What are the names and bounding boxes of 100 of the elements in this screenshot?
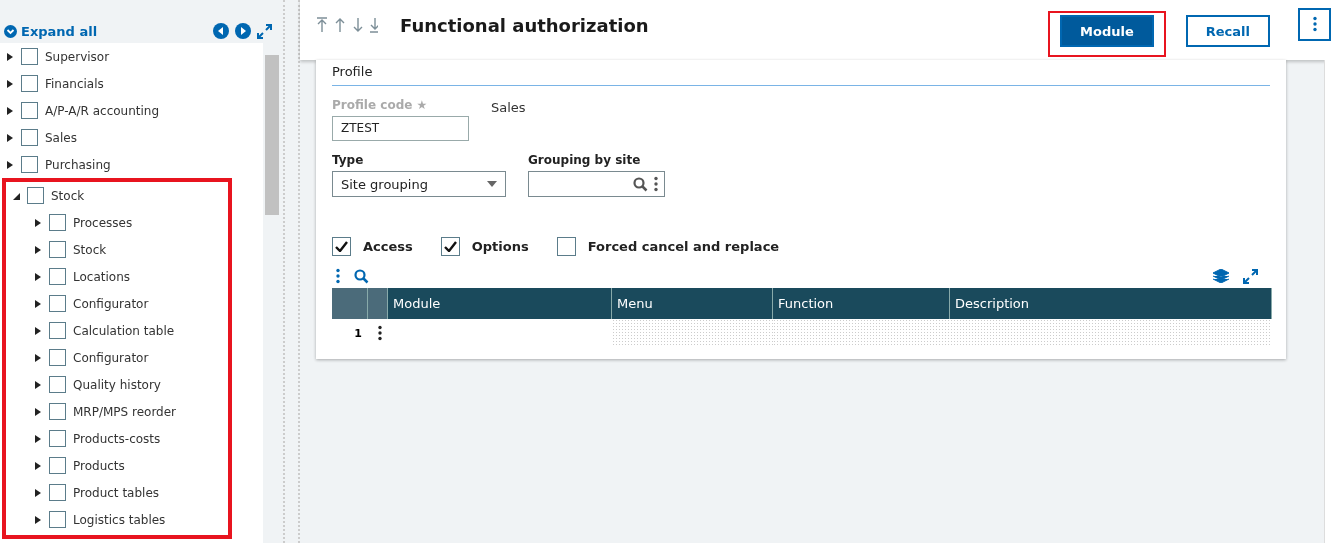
checkbox[interactable] [21, 129, 38, 146]
scrollbar-thumb[interactable] [264, 55, 279, 215]
caret-right-icon[interactable] [34, 244, 42, 255]
tree-item-label[interactable]: A/P-A/R accounting [45, 103, 160, 118]
checkbox[interactable] [49, 430, 66, 447]
checkbox[interactable] [21, 102, 38, 119]
checkbox[interactable] [49, 457, 66, 474]
checkbox-label: Options [471, 239, 529, 254]
tree-item-label[interactable]: Stock [51, 188, 85, 203]
tree-item-label[interactable]: Products [73, 458, 125, 473]
checkbox[interactable] [49, 376, 66, 393]
header-cell [368, 288, 388, 319]
tree-item-label[interactable]: Financials [45, 76, 104, 91]
caret-right-icon[interactable] [6, 78, 14, 89]
column-header[interactable]: Menu [612, 288, 773, 319]
expand-icon[interactable] [257, 24, 272, 39]
field-label: Type [332, 153, 365, 167]
caret-right-icon[interactable] [34, 433, 42, 444]
checkbox[interactable] [49, 268, 66, 285]
caret-right-icon[interactable] [34, 298, 42, 309]
next-icon[interactable] [235, 23, 251, 39]
checkbox[interactable] [440, 237, 460, 256]
checkbox[interactable] [49, 322, 66, 339]
checkbox[interactable] [49, 214, 66, 231]
caret-right-icon[interactable] [34, 460, 42, 471]
field-label: Profile code ★ [332, 98, 429, 112]
tree-item-label[interactable]: Supervisor [45, 49, 110, 64]
tree-item-label[interactable]: Calculation table [73, 323, 175, 338]
more-icon[interactable] [654, 176, 658, 192]
checkbox[interactable] [49, 484, 66, 501]
caret-right-icon[interactable] [34, 352, 42, 363]
caret-right-icon[interactable] [34, 217, 42, 228]
search-icon[interactable] [354, 268, 369, 284]
tree-item-label[interactable]: MRP/MPS reorder [73, 404, 177, 419]
checkbox-label: Access [363, 239, 413, 254]
expand-all-button[interactable]: Expand all [4, 24, 98, 39]
input-field[interactable]: ZTEST [332, 116, 469, 141]
dropdown-caret-icon[interactable] [487, 181, 497, 187]
checkbox[interactable] [49, 349, 66, 366]
tree-item-label[interactable]: Product tables [73, 485, 160, 500]
tree-row[interactable]: A/P-A/R accounting [0, 97, 263, 124]
search-icon[interactable] [633, 176, 648, 192]
column-header[interactable]: Description [950, 288, 1272, 319]
more-button[interactable] [1298, 7, 1331, 41]
tree-item-label[interactable]: Quality history [73, 377, 161, 392]
caret-right-icon[interactable] [34, 379, 42, 390]
tree-row[interactable]: Financials [0, 70, 263, 97]
tree-item-label[interactable]: Sales [45, 130, 77, 145]
more-icon[interactable] [336, 268, 340, 284]
checkbox[interactable] [49, 295, 66, 312]
field-description: Sales [491, 100, 526, 117]
column-header[interactable]: Module [388, 288, 612, 319]
field-label: Grouping by site [528, 153, 642, 167]
caret-right-icon[interactable] [6, 132, 14, 143]
caret-right-icon[interactable] [6, 159, 14, 170]
checkbox[interactable] [21, 156, 38, 173]
select-field[interactable]: Site grouping [332, 171, 506, 197]
layers-icon[interactable] [1213, 269, 1229, 283]
checkbox[interactable] [49, 241, 66, 258]
caret-right-icon[interactable] [6, 105, 14, 116]
checkbox[interactable] [49, 403, 66, 420]
tree-item-label[interactable]: Logistics tables [73, 512, 166, 527]
caret-right-icon[interactable] [34, 271, 42, 282]
checkbox[interactable] [556, 237, 576, 256]
row-menu-icon[interactable] [378, 325, 382, 341]
tree-item-label[interactable]: Purchasing [45, 157, 111, 172]
expand-icon[interactable] [1243, 268, 1258, 284]
caret-right-icon[interactable] [34, 406, 42, 417]
tree-item-label[interactable]: Products-costs [73, 431, 161, 446]
checkbox[interactable] [27, 187, 44, 204]
arrow-icons-drawing[interactable] [316, 17, 378, 33]
tree-row[interactable]: Sales [0, 124, 263, 151]
checkbox-label: Forced cancel and replace [587, 239, 780, 254]
caret-right-icon[interactable] [34, 514, 42, 525]
tree-row[interactable]: Purchasing [0, 151, 263, 178]
required-mark: ★ [416, 98, 428, 112]
previous-icon[interactable] [213, 23, 229, 39]
tree-item-label[interactable]: Processes [73, 215, 133, 230]
tree-item-label[interactable]: Configurator [73, 350, 149, 365]
recall-button[interactable]: Recall [1185, 15, 1270, 48]
column-header[interactable]: Function [773, 288, 950, 319]
checkbox[interactable] [49, 511, 66, 528]
module-button[interactable]: Module [1060, 15, 1154, 48]
caret-right-icon[interactable] [34, 325, 42, 336]
more-icon[interactable] [1312, 16, 1317, 32]
splitter-handle[interactable] [283, 0, 300, 543]
tree-item-label[interactable]: Locations [73, 269, 130, 284]
caret-right-icon[interactable] [6, 51, 14, 62]
checkbox[interactable] [21, 48, 38, 65]
tree-item-label[interactable]: Stock [73, 242, 107, 257]
page-title: Functional authorization [400, 14, 649, 36]
lookup-field[interactable] [528, 171, 665, 197]
tree-row[interactable]: Supervisor [0, 43, 263, 70]
checkbox[interactable] [21, 75, 38, 92]
tree-item-label[interactable]: Configurator [73, 296, 149, 311]
caret-right-icon[interactable] [34, 487, 42, 498]
section-title: Profile [332, 64, 1270, 86]
header-cell [332, 288, 368, 319]
checkbox[interactable] [332, 237, 351, 256]
chevron-down-icon[interactable] [4, 25, 17, 38]
